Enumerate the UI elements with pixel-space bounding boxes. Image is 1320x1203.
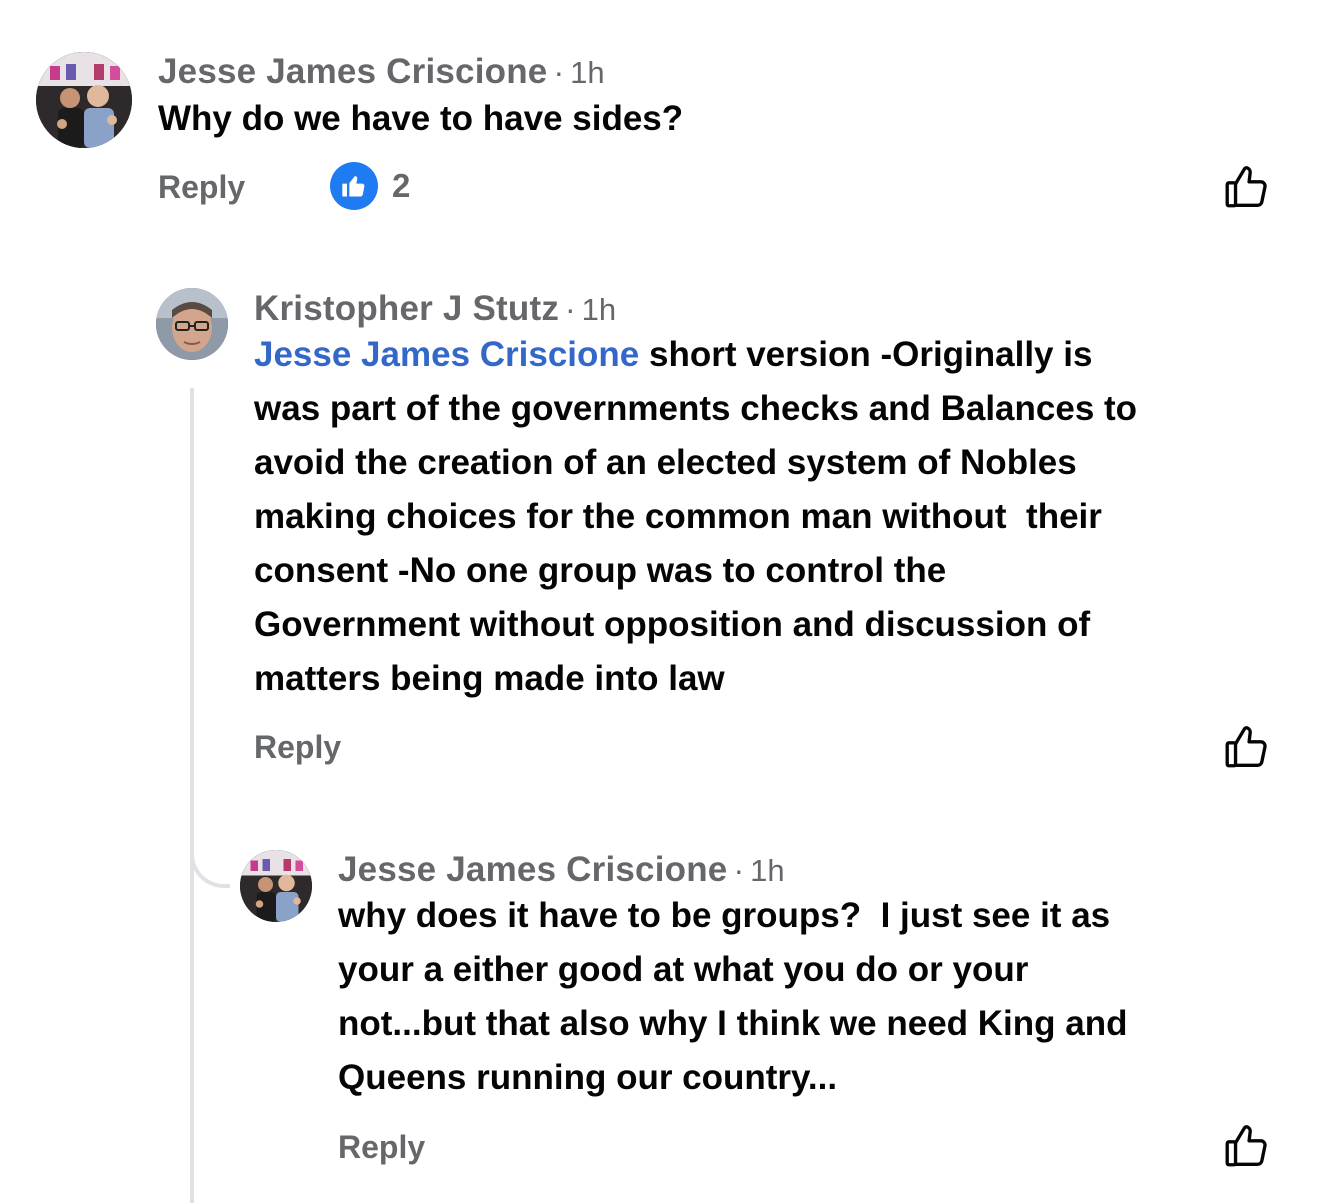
- author-name[interactable]: Jesse James Criscione: [338, 850, 727, 889]
- avatar[interactable]: [240, 850, 312, 922]
- thumbs-up-outline-icon[interactable]: [1222, 162, 1272, 212]
- comment-body: short version -Originally is was part of…: [254, 335, 1138, 698]
- comment-header: Kristopher J Stutz · 1h: [254, 291, 616, 326]
- separator-dot: ·: [733, 852, 745, 888]
- author-name[interactable]: Jesse James Criscione: [158, 52, 547, 91]
- separator-dot: ·: [553, 54, 565, 90]
- avatar[interactable]: [36, 52, 132, 148]
- comment-text: Jesse James Criscione short version -Ori…: [254, 328, 1137, 706]
- comment-header: Jesse James Criscione · 1h: [338, 852, 785, 887]
- thumbs-up-outline-icon[interactable]: [1222, 1121, 1272, 1171]
- timestamp[interactable]: 1h: [570, 55, 604, 90]
- separator-dot: ·: [565, 291, 576, 327]
- timestamp[interactable]: 1h: [750, 853, 784, 888]
- reply-button[interactable]: Reply: [158, 171, 245, 203]
- thread-connector-line: [190, 388, 194, 1203]
- comment-text: why does it have to be groups? I just se…: [338, 896, 1128, 1097]
- reply-button[interactable]: Reply: [254, 731, 341, 763]
- comment-header: Jesse James Criscione · 1h: [158, 54, 605, 89]
- comment-text: Why do we have to have sides?: [158, 99, 684, 138]
- timestamp[interactable]: 1h: [582, 292, 616, 327]
- thumbs-up-outline-icon[interactable]: [1222, 722, 1272, 772]
- thumbs-up-icon: [330, 162, 378, 210]
- thread-connector-curve: [190, 820, 230, 888]
- reaction-count: 2: [392, 167, 411, 204]
- mention-link[interactable]: Jesse James Criscione: [254, 335, 639, 374]
- reaction-summary[interactable]: 2: [330, 162, 410, 210]
- reply-button[interactable]: Reply: [338, 1131, 425, 1163]
- author-name[interactable]: Kristopher J Stutz: [254, 289, 559, 328]
- avatar[interactable]: [156, 288, 228, 360]
